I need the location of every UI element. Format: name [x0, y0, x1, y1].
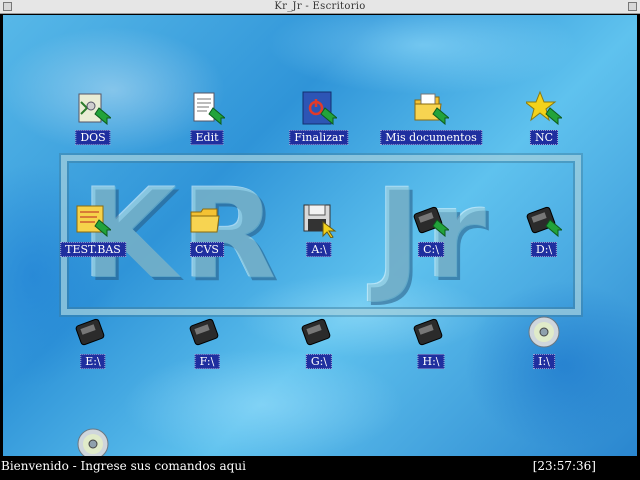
- icon-label: C:\: [418, 242, 444, 257]
- hard-drive-icon: [189, 318, 219, 346]
- icon-label: E:\: [80, 354, 106, 369]
- icon-label: Edit: [190, 130, 224, 145]
- icon-label: H:\: [417, 354, 445, 369]
- status-clock: [23:57:36]: [532, 459, 596, 473]
- hard-drive-icon: [526, 206, 562, 238]
- hard-drive-icon: [413, 206, 449, 238]
- hard-drive-icon: [413, 318, 443, 346]
- icon-label: CVS: [190, 242, 224, 257]
- hard-drive-icon: [301, 318, 331, 346]
- dos-program-icon: [78, 93, 111, 126]
- icon-label: Mis documentos: [380, 130, 482, 145]
- floppy-drive-icon: [303, 204, 337, 238]
- edit-document-icon: [193, 92, 225, 126]
- icon-label: DOS: [75, 130, 111, 145]
- window-title: Kr_Jr - Escritorio: [274, 1, 366, 12]
- desktop[interactable]: KR Jr DOS Edit Finalizar Mis documentos …: [3, 15, 637, 456]
- icon-label: D:\: [530, 242, 558, 257]
- hard-drive-icon: [75, 318, 105, 346]
- status-bar: Bienvenido - Ingrese sus comandos aqui […: [0, 456, 640, 480]
- folder-icon: [190, 208, 220, 233]
- cd-rom-icon: [77, 428, 109, 456]
- icon-label: G:\: [305, 354, 333, 369]
- folder-documents-icon: [414, 93, 449, 126]
- shutdown-icon: [302, 91, 337, 126]
- title-bar[interactable]: Kr_Jr - Escritorio: [0, 0, 640, 14]
- window-close-button[interactable]: [628, 2, 637, 11]
- status-message: Bienvenido - Ingrese sus comandos aqui: [1, 459, 246, 473]
- basic-file-icon: [76, 205, 111, 238]
- icon-label: F:\: [194, 354, 220, 369]
- cd-rom-icon: [528, 316, 560, 348]
- icon-label: TEST.BAS: [60, 242, 126, 257]
- icon-label: I:\: [533, 354, 555, 369]
- icon-label: NC: [529, 130, 559, 145]
- icon-label: Finalizar: [289, 130, 349, 145]
- icon-label: A:\: [306, 242, 332, 257]
- star-icon: [526, 90, 562, 126]
